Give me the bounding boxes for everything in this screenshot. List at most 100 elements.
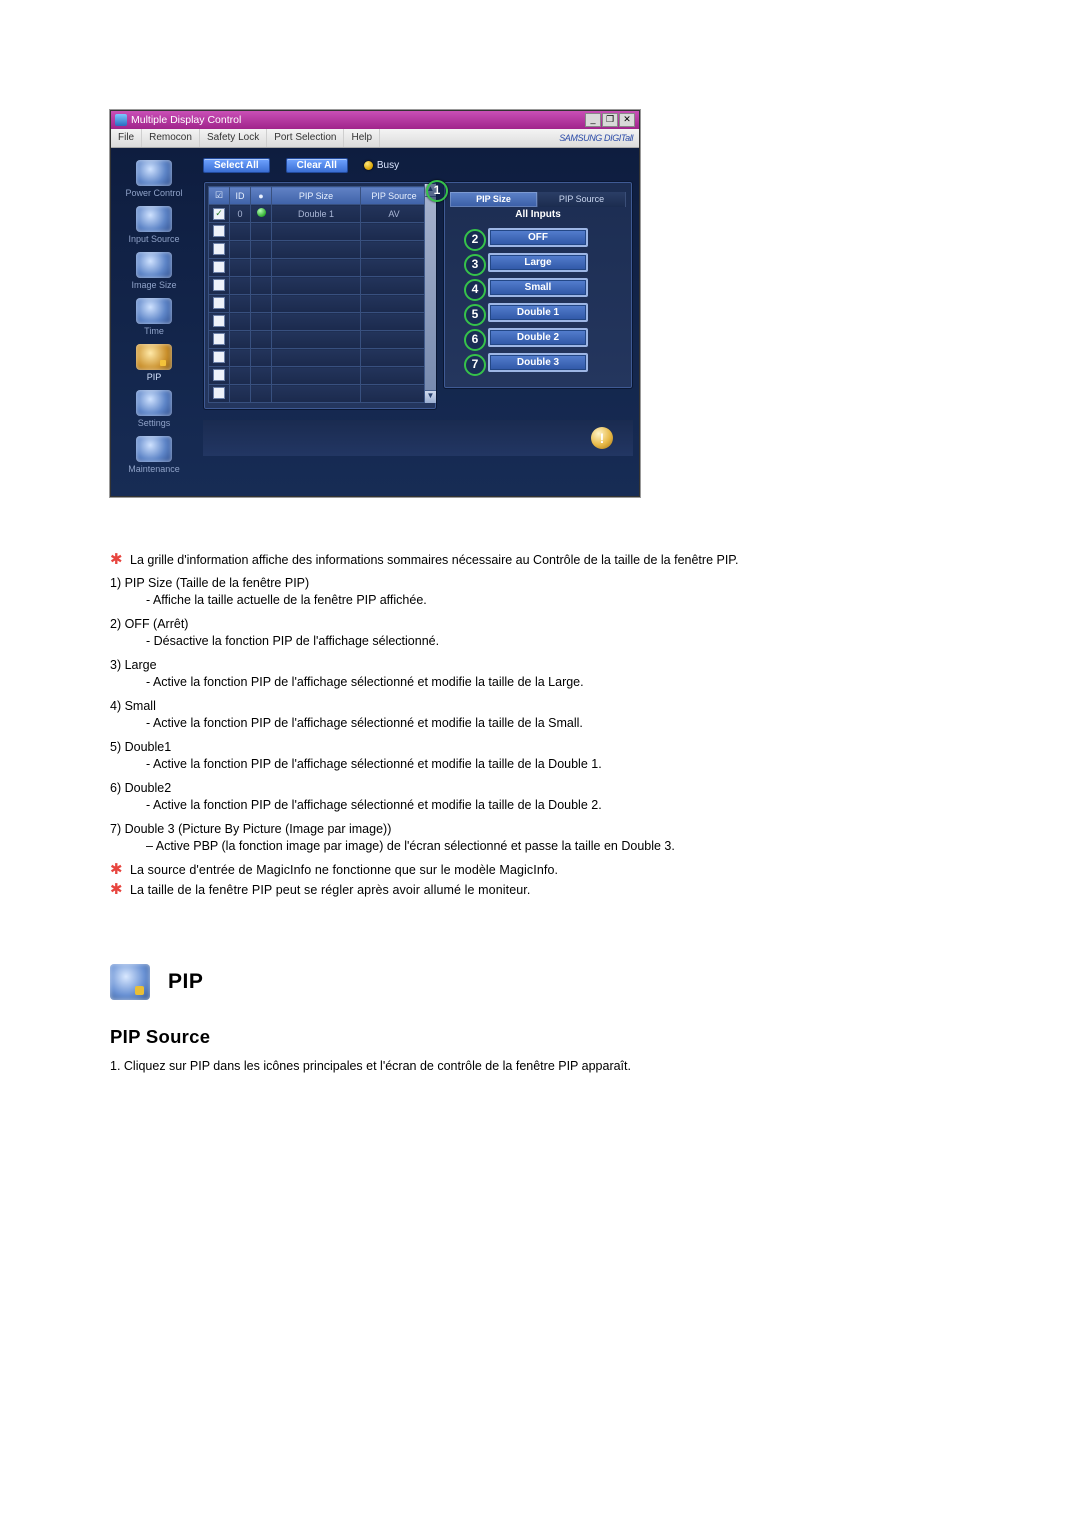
row-checkbox[interactable] bbox=[213, 297, 225, 309]
sidebar-item-label: Image Size bbox=[131, 280, 176, 290]
menu-safety-lock[interactable]: Safety Lock bbox=[200, 129, 267, 147]
col-check[interactable]: ☑ bbox=[209, 187, 230, 205]
menu-file[interactable]: File bbox=[111, 129, 142, 147]
clear-all-button[interactable]: Clear All bbox=[286, 158, 348, 173]
pip-off-button[interactable]: 2 OFF bbox=[488, 228, 588, 247]
star-icon: ✱ bbox=[110, 553, 123, 566]
pip-section-icon bbox=[110, 964, 150, 1000]
btn-label: Double 3 bbox=[517, 357, 559, 368]
sidebar-item-image-size[interactable]: Image Size bbox=[114, 250, 194, 292]
app-window: Multiple Display Control _ ❐ ✕ File Remo… bbox=[110, 110, 640, 497]
row-checkbox[interactable] bbox=[213, 315, 225, 327]
table-row[interactable] bbox=[209, 385, 428, 403]
app-icon bbox=[115, 114, 127, 126]
cell-source: AV bbox=[361, 205, 428, 223]
scroll-down-icon[interactable]: ▼ bbox=[425, 390, 436, 403]
row-checkbox[interactable] bbox=[213, 225, 225, 237]
list-item: 2) OFF (Arrêt) - Désactive la fonction P… bbox=[110, 616, 830, 651]
sidebar-item-label: Time bbox=[144, 326, 164, 336]
pip-small-button[interactable]: 4 Small bbox=[488, 278, 588, 297]
busy-indicator: Busy bbox=[364, 160, 399, 171]
table-row[interactable]: 0 Double 1 AV bbox=[209, 205, 428, 223]
note-line: ✱ La taille de la fenêtre PIP peut se ré… bbox=[110, 882, 830, 899]
pip-icon bbox=[136, 344, 172, 370]
numbered-list: 1) PIP Size (Taille de la fenêtre PIP) -… bbox=[110, 575, 830, 856]
callout-badge: 1 bbox=[426, 180, 448, 202]
tab-pip-source[interactable]: PIP Source bbox=[538, 192, 626, 207]
row-checkbox[interactable] bbox=[213, 333, 225, 345]
btn-label: Double 2 bbox=[517, 332, 559, 343]
sidebar-item-label: PIP bbox=[147, 372, 162, 382]
menu-remocon[interactable]: Remocon bbox=[142, 129, 200, 147]
sidebar-item-power-control[interactable]: Power Control bbox=[114, 158, 194, 200]
time-icon bbox=[136, 298, 172, 324]
sidebar-item-input-source[interactable]: Input Source bbox=[114, 204, 194, 246]
pip-double1-button[interactable]: 5 Double 1 bbox=[488, 303, 588, 322]
table-row[interactable] bbox=[209, 349, 428, 367]
section-header: PIP bbox=[110, 964, 830, 1000]
grid-panel: ☑ ID ● PIP Size PIP Source 0 Double 1 bbox=[203, 181, 437, 410]
brand-logo: SAMSUNG DIGITall bbox=[559, 133, 639, 143]
btn-label: Double 1 bbox=[517, 307, 559, 318]
table-row[interactable] bbox=[209, 367, 428, 385]
minimize-button[interactable]: _ bbox=[585, 113, 601, 127]
star-icon: ✱ bbox=[110, 883, 123, 896]
row-checkbox[interactable] bbox=[213, 369, 225, 381]
callout-badge: 6 bbox=[464, 329, 486, 351]
close-button[interactable]: ✕ bbox=[619, 113, 635, 127]
select-all-button[interactable]: Select All bbox=[203, 158, 270, 173]
list-item: 5) Double1 - Active la fonction PIP de l… bbox=[110, 739, 830, 774]
sidebar-item-pip[interactable]: PIP bbox=[114, 342, 194, 384]
power-icon bbox=[136, 160, 172, 186]
callout-badge: 3 bbox=[464, 254, 486, 276]
row-checkbox[interactable] bbox=[213, 208, 225, 220]
pip-double3-button[interactable]: 7 Double 3 bbox=[488, 353, 588, 372]
table-row[interactable] bbox=[209, 295, 428, 313]
sidebar-item-time[interactable]: Time bbox=[114, 296, 194, 338]
row-checkbox[interactable] bbox=[213, 387, 225, 399]
status-led-icon bbox=[257, 208, 266, 217]
col-status: ● bbox=[251, 187, 272, 205]
sidebar-item-label: Power Control bbox=[125, 188, 182, 198]
callout-badge: 2 bbox=[464, 229, 486, 251]
sidebar-item-maintenance[interactable]: Maintenance bbox=[114, 434, 194, 476]
pip-large-button[interactable]: 3 Large bbox=[488, 253, 588, 272]
warning-icon bbox=[591, 427, 613, 449]
list-item: 1) PIP Size (Taille de la fenêtre PIP) -… bbox=[110, 575, 830, 610]
menu-port-selection[interactable]: Port Selection bbox=[267, 129, 344, 147]
pip-double2-button[interactable]: 6 Double 2 bbox=[488, 328, 588, 347]
busy-label: Busy bbox=[377, 160, 399, 171]
sidebar-item-settings[interactable]: Settings bbox=[114, 388, 194, 430]
options-panel: 1 PIP Size PIP Source All Inputs 2 OFF 3… bbox=[443, 181, 633, 389]
table-row[interactable] bbox=[209, 277, 428, 295]
app-title: Multiple Display Control bbox=[131, 114, 241, 126]
input-icon bbox=[136, 206, 172, 232]
callout-badge: 4 bbox=[464, 279, 486, 301]
image-size-icon bbox=[136, 252, 172, 278]
row-checkbox[interactable] bbox=[213, 279, 225, 291]
menu-help[interactable]: Help bbox=[344, 129, 380, 147]
grid-scrollbar[interactable]: ▲ ▼ bbox=[424, 184, 436, 403]
btn-label: OFF bbox=[528, 232, 548, 243]
table-row[interactable] bbox=[209, 259, 428, 277]
list-item: 7) Double 3 (Picture By Picture (Image p… bbox=[110, 821, 830, 856]
busy-led-icon bbox=[364, 161, 373, 170]
row-checkbox[interactable] bbox=[213, 261, 225, 273]
btn-label: Small bbox=[525, 282, 552, 293]
document-body: ✱ La grille d'information affiche des in… bbox=[110, 552, 830, 1075]
row-checkbox[interactable] bbox=[213, 351, 225, 363]
cell-id: 0 bbox=[230, 205, 251, 223]
col-pip-size: PIP Size bbox=[272, 187, 361, 205]
tab-pip-size[interactable]: PIP Size bbox=[450, 192, 538, 207]
maximize-button[interactable]: ❐ bbox=[602, 113, 618, 127]
status-bar bbox=[203, 420, 633, 456]
ordered-item: 1. Cliquez sur PIP dans les icônes princ… bbox=[110, 1058, 830, 1076]
table-row[interactable] bbox=[209, 313, 428, 331]
callout-badge: 5 bbox=[464, 304, 486, 326]
table-row[interactable] bbox=[209, 241, 428, 259]
table-row[interactable] bbox=[209, 223, 428, 241]
row-checkbox[interactable] bbox=[213, 243, 225, 255]
window-buttons: _ ❐ ✕ bbox=[584, 113, 635, 127]
section-title: PIP bbox=[168, 970, 203, 994]
table-row[interactable] bbox=[209, 331, 428, 349]
